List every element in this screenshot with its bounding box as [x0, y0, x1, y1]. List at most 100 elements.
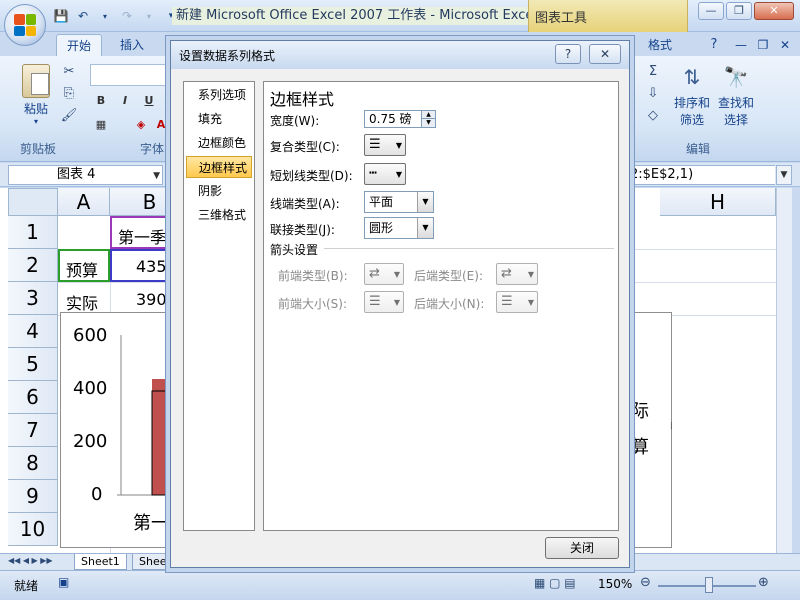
join-type-select[interactable]: 圆形 ▼: [364, 217, 434, 239]
cut-icon[interactable]: ✂: [60, 64, 78, 80]
dialog-close-button[interactable]: 关闭: [545, 537, 619, 559]
spin-up-icon[interactable]: ▲: [421, 111, 435, 119]
save-icon[interactable]: 💾: [52, 7, 70, 25]
tab-insert[interactable]: 插入: [110, 34, 154, 56]
sort-filter-button[interactable]: ⇅ 排序和 筛选: [670, 62, 714, 128]
fill-color-icon[interactable]: ◈: [132, 116, 150, 134]
nav-series-options[interactable]: 系列选项: [186, 84, 252, 106]
zoom-level[interactable]: 150%: [598, 577, 632, 591]
row-header-2[interactable]: 2: [8, 249, 58, 282]
nav-3d-format[interactable]: 三维格式: [186, 204, 252, 226]
cap-type-select[interactable]: 平面 ▼: [364, 191, 434, 213]
compound-type-dropdown[interactable]: ☰ ▼: [364, 134, 406, 156]
row-header-7[interactable]: 7: [8, 414, 58, 447]
dialog-title-bar[interactable]: 设置数据系列格式 ? ✕: [171, 41, 629, 69]
zoom-out-icon[interactable]: ⊖: [640, 575, 651, 590]
row-header-3[interactable]: 3: [8, 282, 58, 315]
ribbon-minimize-icon[interactable]: —: [732, 34, 750, 56]
minimize-button[interactable]: —: [698, 2, 724, 20]
dialog-panel: 边框样式 宽度(W): 0.75 磅 ▲ ▼ 复合类型(C): ☰ ▼ 短划线类…: [263, 81, 619, 531]
end-size-dropdown[interactable]: ☰ ▼: [496, 291, 538, 313]
row-header-10[interactable]: 10: [8, 513, 58, 546]
spin-down-icon[interactable]: ▼: [421, 119, 435, 127]
redo-icon[interactable]: ↷: [118, 7, 136, 25]
legend-entry-partial: 算: [631, 437, 649, 458]
ribbon-restore-icon[interactable]: ❐: [754, 34, 772, 56]
sheet-nav-icons[interactable]: ◀◀ ◀ ▶ ▶▶: [8, 556, 53, 565]
help-icon[interactable]: ?: [704, 34, 724, 56]
sheet-tab-sheet1[interactable]: Sheet1: [74, 554, 127, 570]
view-buttons[interactable]: ▦ ▢ ▤: [534, 576, 576, 590]
dialog-help-button[interactable]: ?: [555, 44, 581, 64]
end-type-dropdown[interactable]: ⇄ ▼: [496, 263, 538, 285]
undo-icon[interactable]: ↶: [74, 7, 92, 25]
begin-size-dropdown[interactable]: ☰ ▼: [364, 291, 404, 313]
restore-button[interactable]: ❐: [726, 2, 752, 20]
undo-dropdown-icon[interactable]: ▾: [96, 7, 114, 25]
row-header-5[interactable]: 5: [8, 348, 58, 381]
cell-a3[interactable]: 实际: [66, 290, 98, 314]
dialog-close-x-button[interactable]: ✕: [589, 44, 621, 64]
column-header-h[interactable]: H: [660, 188, 776, 216]
dropdown-arrow-icon: ▼: [395, 141, 402, 150]
format-painter-icon[interactable]: 🖌: [60, 108, 78, 124]
row-header-4[interactable]: 4: [8, 315, 58, 348]
compound-type-label: 复合类型(C):: [270, 140, 340, 154]
office-button[interactable]: [4, 4, 46, 46]
sort-label-1: 排序和: [673, 96, 710, 110]
underline-button[interactable]: U: [140, 92, 158, 110]
editing-group-label: 编辑: [686, 142, 711, 156]
clear-icon[interactable]: ◇: [644, 108, 662, 124]
series-name-range-highlight: [58, 249, 110, 282]
bold-button[interactable]: B: [92, 92, 110, 110]
name-box-value: 图表 4: [57, 167, 96, 182]
office-logo-icon: [14, 14, 36, 36]
nav-shadow[interactable]: 阴影: [186, 180, 252, 202]
tab-format[interactable]: 格式: [640, 34, 680, 56]
redo-dropdown-icon[interactable]: ▾: [140, 7, 158, 25]
cap-type-label: 线端类型(A):: [270, 197, 340, 211]
chart-resize-handle[interactable]: ⁞: [670, 421, 673, 432]
row-header-8[interactable]: 8: [8, 447, 58, 480]
legend-entry-partial: 际: [631, 401, 649, 422]
row-header-6[interactable]: 6: [8, 381, 58, 414]
zoom-slider-thumb[interactable]: [705, 577, 713, 593]
dropdown-arrow-icon: ▼: [395, 170, 402, 179]
compound-line-icon: ☰: [369, 137, 381, 152]
begin-type-dropdown[interactable]: ⇄ ▼: [364, 263, 404, 285]
nav-border-color[interactable]: 边框颜色: [186, 132, 252, 154]
formula-expand-icon[interactable]: ▼: [776, 165, 792, 185]
row-header-9[interactable]: 9: [8, 480, 58, 513]
nav-border-styles[interactable]: 边框样式: [186, 156, 252, 178]
fill-down-icon[interactable]: ⇩: [644, 86, 662, 102]
name-box-dropdown-icon[interactable]: ▼: [153, 167, 160, 185]
binoculars-icon: 🔭: [723, 65, 749, 89]
vertical-scrollbar[interactable]: [776, 188, 792, 553]
name-box[interactable]: 图表 4 ▼: [8, 165, 163, 185]
borders-icon[interactable]: ▦: [92, 116, 110, 134]
paste-button[interactable]: 粘贴 ▾: [16, 64, 56, 126]
autosum-icon[interactable]: Σ: [644, 64, 662, 80]
arrow-type-icon: ⇄: [501, 266, 512, 281]
cell-b3[interactable]: 390: [136, 290, 167, 309]
column-header-a[interactable]: A: [58, 188, 110, 216]
dash-type-dropdown[interactable]: ┅ ▼: [364, 163, 406, 185]
macro-record-icon[interactable]: ▣: [58, 575, 69, 589]
copy-icon[interactable]: ⎘: [60, 86, 78, 102]
find-select-button[interactable]: 🔭 查找和 选择: [714, 62, 758, 128]
italic-button[interactable]: I: [116, 92, 134, 110]
tab-home[interactable]: 开始: [56, 34, 102, 56]
width-spinner[interactable]: 0.75 磅 ▲ ▼: [364, 110, 436, 128]
select-all-corner[interactable]: [8, 188, 58, 216]
font-name-box[interactable]: [90, 64, 170, 86]
ribbon-close-icon[interactable]: ✕: [776, 34, 794, 56]
window-controls: — ❐ ✕: [698, 2, 794, 20]
formula-input[interactable]: 2:$E$2,1): [630, 165, 775, 185]
row-header-1[interactable]: 1: [8, 216, 58, 249]
font-color-icon[interactable]: A: [152, 116, 170, 134]
status-bar: 就绪 ▣ ▦ ▢ ▤ 150% ⊖ ⊕: [0, 570, 800, 600]
close-window-button[interactable]: ✕: [754, 2, 794, 20]
arrow-type-icon: ⇄: [369, 266, 380, 281]
zoom-in-icon[interactable]: ⊕: [758, 575, 769, 590]
nav-fill[interactable]: 填充: [186, 108, 252, 130]
